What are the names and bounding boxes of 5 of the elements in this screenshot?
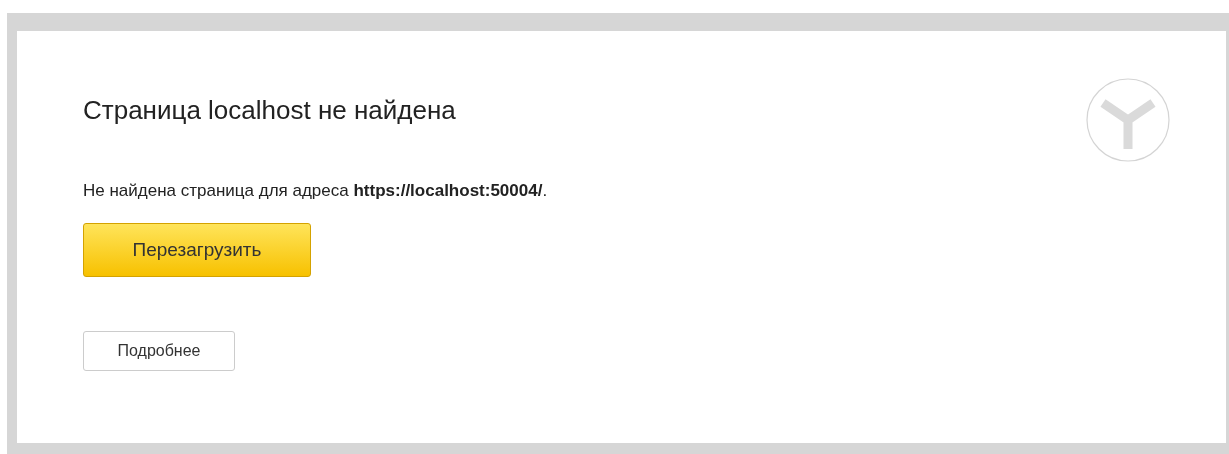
reload-button[interactable]: Перезагрузить [83,223,311,277]
error-title: Страница localhost не найдена [83,94,456,126]
browser-logo-icon [1086,78,1170,162]
details-button[interactable]: Подробнее [83,331,235,371]
error-message: Не найдена страница для адреса https://localhost:50004/. [83,181,548,201]
